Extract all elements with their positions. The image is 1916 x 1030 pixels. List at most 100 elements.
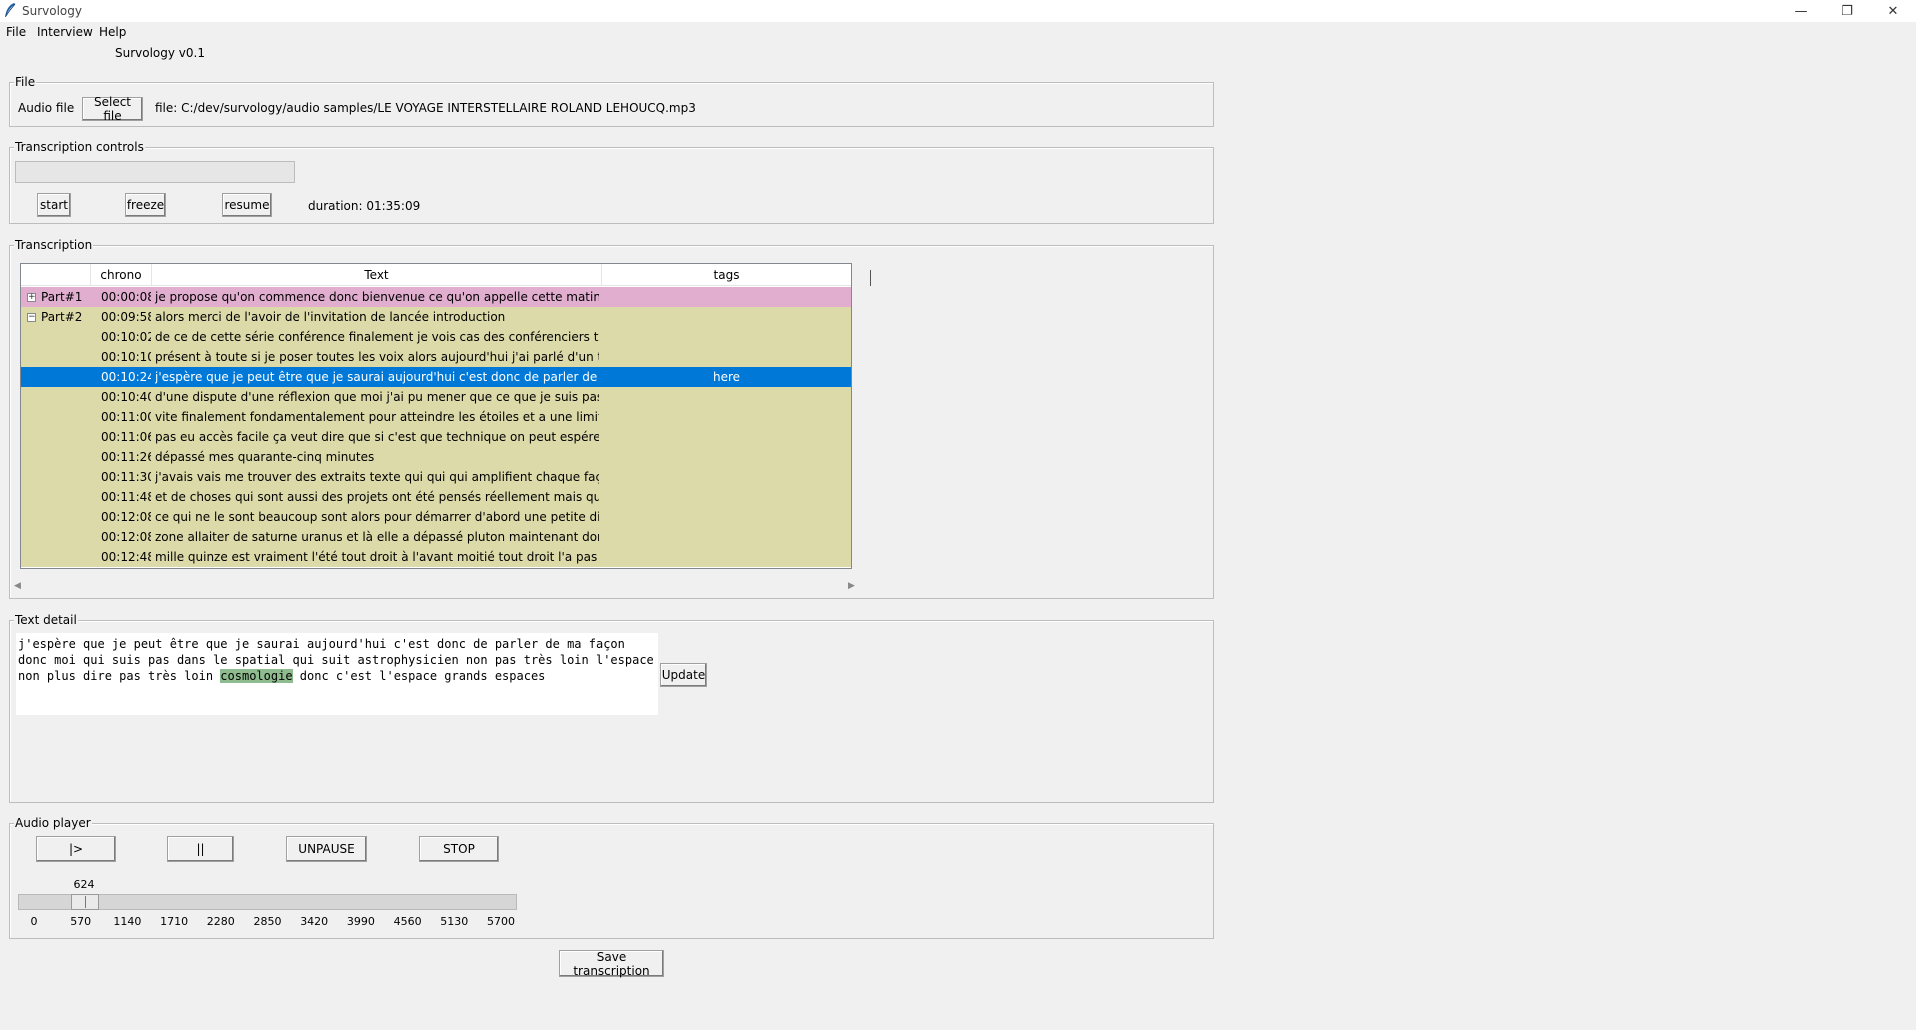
- scale-tick: 5130: [440, 915, 469, 928]
- row-chrono: 00:12:08: [101, 530, 151, 544]
- row-text: d'une dispute d'une réflexion que moi j'…: [155, 390, 599, 404]
- collapse-icon[interactable]: −: [27, 313, 36, 322]
- scale-tick: 4560: [393, 915, 422, 928]
- start-button[interactable]: start: [37, 193, 71, 217]
- resume-button[interactable]: resume: [222, 193, 272, 217]
- transcription-controls-label: Transcription controls: [14, 140, 145, 154]
- table-row[interactable]: 00:12:48 mille quinze est vraiment l'été …: [21, 547, 851, 567]
- file-frame-label: File: [14, 75, 37, 89]
- row-text: ce qui ne le sont beaucoup sont alors po…: [155, 510, 599, 524]
- table-row[interactable]: 00:12:08 zone allaiter de saturne uranus …: [21, 527, 851, 547]
- row-text: dépassé mes quarante-cinq minutes: [155, 450, 375, 464]
- row-text: je propose qu'on commence donc bienvenue…: [155, 290, 599, 304]
- row-chrono: 00:12:48: [101, 550, 151, 564]
- table-row[interactable]: 00:11:06 pas eu accès facile ça veut dire…: [21, 427, 851, 447]
- stop-button[interactable]: STOP: [419, 836, 499, 862]
- scale-tick: 5700: [487, 915, 515, 928]
- row-text: et de choses qui sont aussi des projets …: [155, 490, 599, 504]
- progress-bar: [15, 161, 295, 183]
- pause-button[interactable]: ||: [167, 836, 234, 862]
- minimize-button[interactable]: —: [1778, 0, 1824, 22]
- minimize-icon: —: [1794, 3, 1808, 19]
- row-text: j'avais vais me trouver des extraits tex…: [155, 470, 599, 484]
- column-header-text[interactable]: Text: [152, 264, 602, 286]
- row-chrono: 00:10:40: [101, 390, 151, 404]
- scale-tick: 1140: [113, 915, 142, 928]
- menu-help[interactable]: Help: [99, 25, 126, 39]
- duration-label: duration: 01:35:09: [308, 199, 421, 213]
- row-chrono: 00:11:48: [101, 490, 151, 504]
- row-text: zone allaiter de saturne uranus et là el…: [155, 530, 599, 544]
- table-row[interactable]: 00:10:24 j'espère que je peut être que je…: [21, 367, 851, 387]
- scale-tick: 0: [30, 915, 38, 928]
- close-icon: ✕: [1887, 3, 1899, 19]
- text-detail-label: Text detail: [14, 613, 78, 627]
- column-header-tags[interactable]: tags: [602, 264, 851, 286]
- row-text: vite finalement fondamentalement pour at…: [155, 410, 599, 424]
- select-file-button[interactable]: Select file: [82, 95, 143, 123]
- row-part: Part#2: [41, 310, 83, 324]
- row-chrono: 00:12:08: [101, 510, 151, 524]
- scale-tick: 2280: [206, 915, 235, 928]
- row-text: mille quinze est vraiment l'été tout dro…: [155, 550, 599, 564]
- row-text: j'espère que je peut être que je saurai …: [155, 370, 599, 384]
- table-row[interactable]: 00:12:08 ce qui ne le sont beaucoup sont …: [21, 507, 851, 527]
- row-chrono: 00:09:58: [101, 310, 151, 324]
- column-header-tree[interactable]: [21, 264, 91, 286]
- row-chrono: 00:10:10: [101, 350, 151, 364]
- version-label: Survology v0.1: [115, 46, 205, 60]
- row-chrono: 00:11:00: [101, 410, 151, 424]
- file-path-label: file: C:/dev/survology/audio samples/LE …: [155, 101, 696, 115]
- transcription-tree[interactable]: chrono Text tags + Part#1 00:00:08 je propo…: [20, 263, 852, 569]
- horizontal-scrollbar[interactable]: ◀ ▶: [10, 581, 860, 595]
- close-button[interactable]: ✕: [1870, 0, 1916, 22]
- table-row[interactable]: + Part#1 00:00:08 je propose qu'on commence…: [21, 287, 851, 307]
- row-chrono: 00:00:08: [101, 290, 151, 304]
- text-detail-after: donc c'est l'espace grands espaces: [292, 669, 546, 683]
- expand-icon[interactable]: +: [27, 293, 36, 302]
- menu-file[interactable]: File: [6, 25, 26, 39]
- table-row[interactable]: 00:11:48 et de choses qui sont aussi des …: [21, 487, 851, 507]
- table-row[interactable]: 00:11:00 vite finalement fondamentalement…: [21, 407, 851, 427]
- title-bar: Survology — ❐ ✕: [0, 0, 1916, 22]
- maximize-icon: ❐: [1841, 3, 1853, 19]
- update-button[interactable]: Update: [660, 663, 707, 687]
- table-row[interactable]: 00:10:02 de ce de cette série conférence …: [21, 327, 851, 347]
- table-row[interactable]: − Part#2 00:09:58 alors merci de l'avoir de…: [21, 307, 851, 327]
- slider-grip: [85, 896, 87, 908]
- audio-player-label: Audio player: [14, 816, 92, 830]
- table-row[interactable]: 00:10:40 d'une dispute d'une réflexion qu…: [21, 387, 851, 407]
- position-value: 624: [73, 878, 95, 891]
- scroll-right-icon[interactable]: ▶: [848, 581, 855, 591]
- row-chrono: 00:10:02: [101, 330, 151, 344]
- row-tags: here: [712, 370, 741, 384]
- row-chrono: 00:11:30: [101, 470, 151, 484]
- row-text: alors merci de l'avoir de l'invitation d…: [155, 310, 506, 324]
- row-text: présent à toute si je poser toutes les v…: [155, 350, 599, 364]
- scroll-left-icon[interactable]: ◀: [14, 581, 21, 591]
- feather-icon: [5, 3, 16, 17]
- table-row[interactable]: 00:11:30 j'avais vais me trouver des extr…: [21, 467, 851, 487]
- scale-tick: 3420: [300, 915, 329, 928]
- table-row[interactable]: 00:11:26 dépassé mes quarante-cinq minute…: [21, 447, 851, 467]
- window-title: Survology: [22, 4, 82, 18]
- row-part: Part#1: [41, 290, 83, 304]
- menu-interview[interactable]: Interview: [37, 25, 93, 39]
- text-detail-box[interactable]: j'espère que je peut être que je saurai …: [15, 632, 659, 716]
- row-chrono: 00:11:06: [101, 430, 151, 444]
- maximize-button[interactable]: ❐: [1824, 0, 1870, 22]
- scale-tick: 3990: [346, 915, 375, 928]
- transcription-controls-frame: [9, 147, 1214, 224]
- text-cursor: [870, 270, 871, 286]
- column-header-chrono[interactable]: chrono: [91, 264, 152, 286]
- save-transcription-button[interactable]: Save transcription: [559, 950, 664, 978]
- freeze-button[interactable]: freeze: [125, 193, 166, 217]
- table-row[interactable]: 00:10:10 présent à toute si je poser tout…: [21, 347, 851, 367]
- row-text: de ce de cette série conférence finaleme…: [155, 330, 599, 344]
- play-button[interactable]: |>: [36, 836, 116, 862]
- row-chrono: 00:11:26: [101, 450, 151, 464]
- scale-tick: 570: [70, 915, 92, 928]
- menu-bar: File Interview Help: [0, 22, 400, 42]
- tree-header: chrono Text tags: [21, 264, 851, 286]
- unpause-button[interactable]: UNPAUSE: [286, 836, 367, 862]
